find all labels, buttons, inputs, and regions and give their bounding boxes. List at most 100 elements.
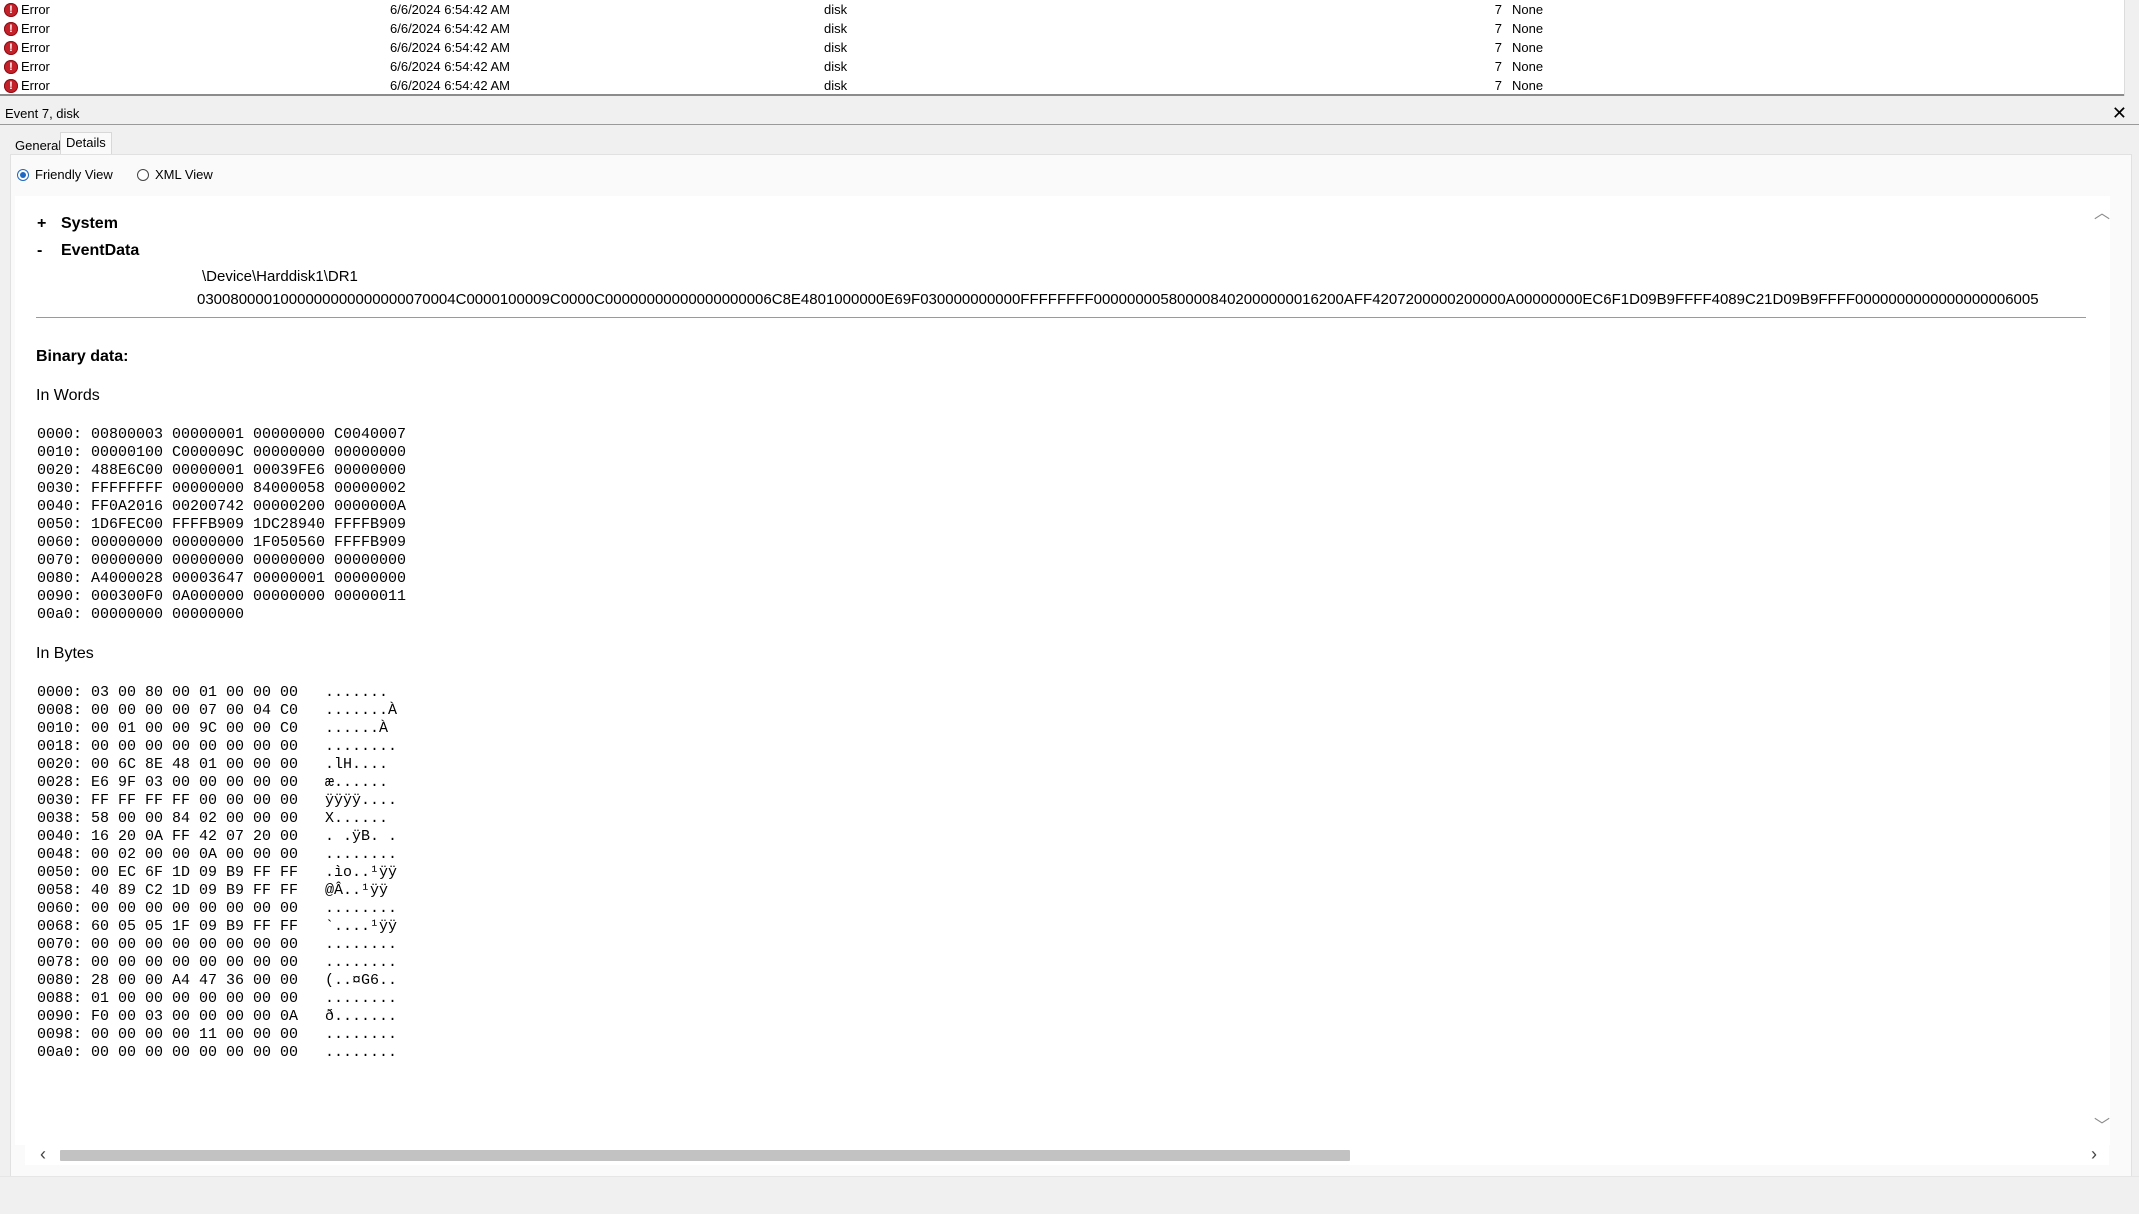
error-icon: ! [4,2,18,17]
level-text: Error [21,78,50,93]
scroll-thumb[interactable] [60,1150,1350,1161]
content-vertical-scrollbar[interactable]: ︿ ﹀ [2090,196,2110,1145]
error-icon: ! [4,21,18,36]
dump-line: 0040: FF0A2016 00200742 00000200 0000000… [37,498,407,515]
event-row[interactable]: ! Error 6/6/2024 6:54:42 AM disk 7 None [0,57,2124,76]
event-list-scrollbar[interactable] [2124,0,2139,96]
dump-line: 0028: E6 9F 03 00 00 00 00 00 æ...... [37,774,389,791]
event-list: ! Error 6/6/2024 6:54:42 AM disk 7 None … [0,0,2124,96]
level-text: Error [21,59,50,74]
close-icon[interactable]: ✕ [2112,103,2127,123]
details-content: + System - EventData \Device\Harddisk1\D… [15,196,2090,1145]
dump-line: 0088: 01 00 00 00 00 00 00 00 ........ [37,990,398,1007]
radio-selected-icon [17,168,29,181]
dump-line: 0030: FF FF FF FF 00 00 00 00 ÿÿÿÿ.... [37,792,398,809]
dump-line: 00a0: 00 00 00 00 00 00 00 00 ........ [37,1044,398,1061]
scroll-down-icon[interactable]: ﹀ [2094,1119,2110,1135]
tree-node-label: EventData [61,242,140,259]
dump-line: 0090: 000300F0 0A000000 00000000 0000001… [37,588,407,605]
dump-line: 00a0: 00000000 00000000 [37,606,245,623]
level-text: Error [21,2,50,17]
xml-view-label: XML View [155,167,213,182]
dump-line: 0050: 1D6FEC00 FFFFB909 1DC28940 FFFFB90… [37,516,407,533]
event-row[interactable]: ! Error 6/6/2024 6:54:42 AM disk 7 None [0,19,2124,38]
event-id-cell: 7 [1494,21,1502,36]
event-id-cell: 7 [1494,78,1502,93]
event-id-cell: 7 [1494,59,1502,74]
level-cell: ! Error [4,0,50,19]
event-row[interactable]: ! Error 6/6/2024 6:54:42 AM disk 7 None [0,76,2124,94]
in-words-title: In Words [36,387,100,404]
tree-node-label: System [61,215,118,232]
details-title: Event 7, disk [5,106,80,121]
task-cell: None [1512,40,1544,55]
source-cell: disk [824,59,848,74]
binary-data-title: Binary data: [36,348,129,365]
dump-line: 0030: FFFFFFFF 00000000 84000058 0000000… [37,480,407,497]
date-cell: 6/6/2024 6:54:42 AM [390,59,510,74]
dump-line: 0020: 488E6C00 00000001 00039FE6 0000000… [37,462,407,479]
friendly-view-label: Friendly View [35,167,113,182]
dump-line: 0008: 00 00 00 00 07 00 04 C0 .......À [37,702,398,719]
level-cell: ! Error [4,57,50,76]
source-cell: disk [824,40,848,55]
xml-view-radio[interactable]: XML View [137,167,213,182]
tree-node-system[interactable]: + System [37,215,118,233]
dump-line: 0068: 60 05 05 1F 09 B9 FF FF `....¹ÿÿ [37,918,398,935]
dump-line: 0038: 58 00 00 84 02 00 00 00 X...... [37,810,389,827]
task-cell: None [1512,59,1544,74]
task-cell: None [1512,2,1544,17]
dump-line: 0078: 00 00 00 00 00 00 00 00 ........ [37,954,398,971]
words-dump: 0000: 00800003 00000001 00000000 C004000… [37,426,406,624]
date-cell: 6/6/2024 6:54:42 AM [390,78,510,93]
date-cell: 6/6/2024 6:54:42 AM [390,40,510,55]
friendly-view-radio[interactable]: Friendly View [17,167,113,182]
task-cell: None [1512,21,1544,36]
dump-line: 0050: 00 EC 6F 1D 09 B9 FF FF .ìo..¹ÿÿ [37,864,398,881]
dump-line: 0010: 00 01 00 00 9C 00 00 C0 ......À [37,720,389,737]
details-header: Event 7, disk ✕ [0,103,2139,125]
dump-line: 0080: A4000028 00003647 00000001 0000000… [37,570,407,587]
dump-line: 0080: 28 00 00 A4 47 36 00 00 (..¤G6.. [37,972,398,989]
source-cell: disk [824,78,848,93]
dump-line: 0018: 00 00 00 00 00 00 00 00 ........ [37,738,398,755]
dump-line: 0058: 40 89 C2 1D 09 B9 FF FF @Â..¹ÿÿ [37,882,389,899]
collapse-icon[interactable]: - [37,242,49,260]
content-horizontal-scrollbar[interactable]: ‹ › [25,1145,2109,1165]
dump-line: 0090: F0 00 03 00 00 00 00 0A ð....... [37,1008,398,1025]
error-icon: ! [4,40,18,55]
dump-line: 0098: 00 00 00 00 11 00 00 00 ........ [37,1026,398,1043]
divider [36,317,2086,318]
expand-icon[interactable]: + [37,215,49,233]
error-icon: ! [4,59,18,74]
dump-line: 0070: 00 00 00 00 00 00 00 00 ........ [37,936,398,953]
tree-node-eventdata[interactable]: - EventData [37,242,139,260]
dump-line: 0048: 00 02 00 00 0A 00 00 00 ........ [37,846,398,863]
level-cell: ! Error [4,76,50,94]
task-cell: None [1512,78,1544,93]
scroll-left-icon[interactable]: ‹ [40,1145,46,1163]
source-cell: disk [824,2,848,17]
dump-line: 0000: 03 00 80 00 01 00 00 00 ....... [37,684,389,701]
status-strip [0,1176,2139,1214]
error-icon: ! [4,78,18,93]
dump-line: 0040: 16 20 0A FF 42 07 20 00 . .ÿB. . [37,828,398,845]
dump-line: 0000: 00800003 00000001 00000000 C004000… [37,426,407,443]
event-row[interactable]: ! Error 6/6/2024 6:54:42 AM disk 7 None [0,38,2124,57]
radio-unselected-icon [137,168,149,181]
date-cell: 6/6/2024 6:54:42 AM [390,21,510,36]
event-id-cell: 7 [1494,2,1502,17]
level-text: Error [21,40,50,55]
eventdata-hex: 0300800001000000000000000070004C00001000… [197,291,2039,308]
level-cell: ! Error [4,19,50,38]
dump-line: 0060: 00000000 00000000 1F050560 FFFFB90… [37,534,407,551]
tab-details[interactable]: Details [60,132,112,154]
dump-line: 0060: 00 00 00 00 00 00 00 00 ........ [37,900,398,917]
event-id-cell: 7 [1494,40,1502,55]
bytes-dump: 0000: 03 00 80 00 01 00 00 00 ....... 00… [37,684,397,1062]
event-row[interactable]: ! Error 6/6/2024 6:54:42 AM disk 7 None [0,0,2124,19]
scroll-up-icon[interactable]: ︿ [2094,206,2110,222]
dump-line: 0070: 00000000 00000000 00000000 0000000… [37,552,407,569]
scroll-right-icon[interactable]: › [2091,1145,2097,1163]
source-cell: disk [824,21,848,36]
